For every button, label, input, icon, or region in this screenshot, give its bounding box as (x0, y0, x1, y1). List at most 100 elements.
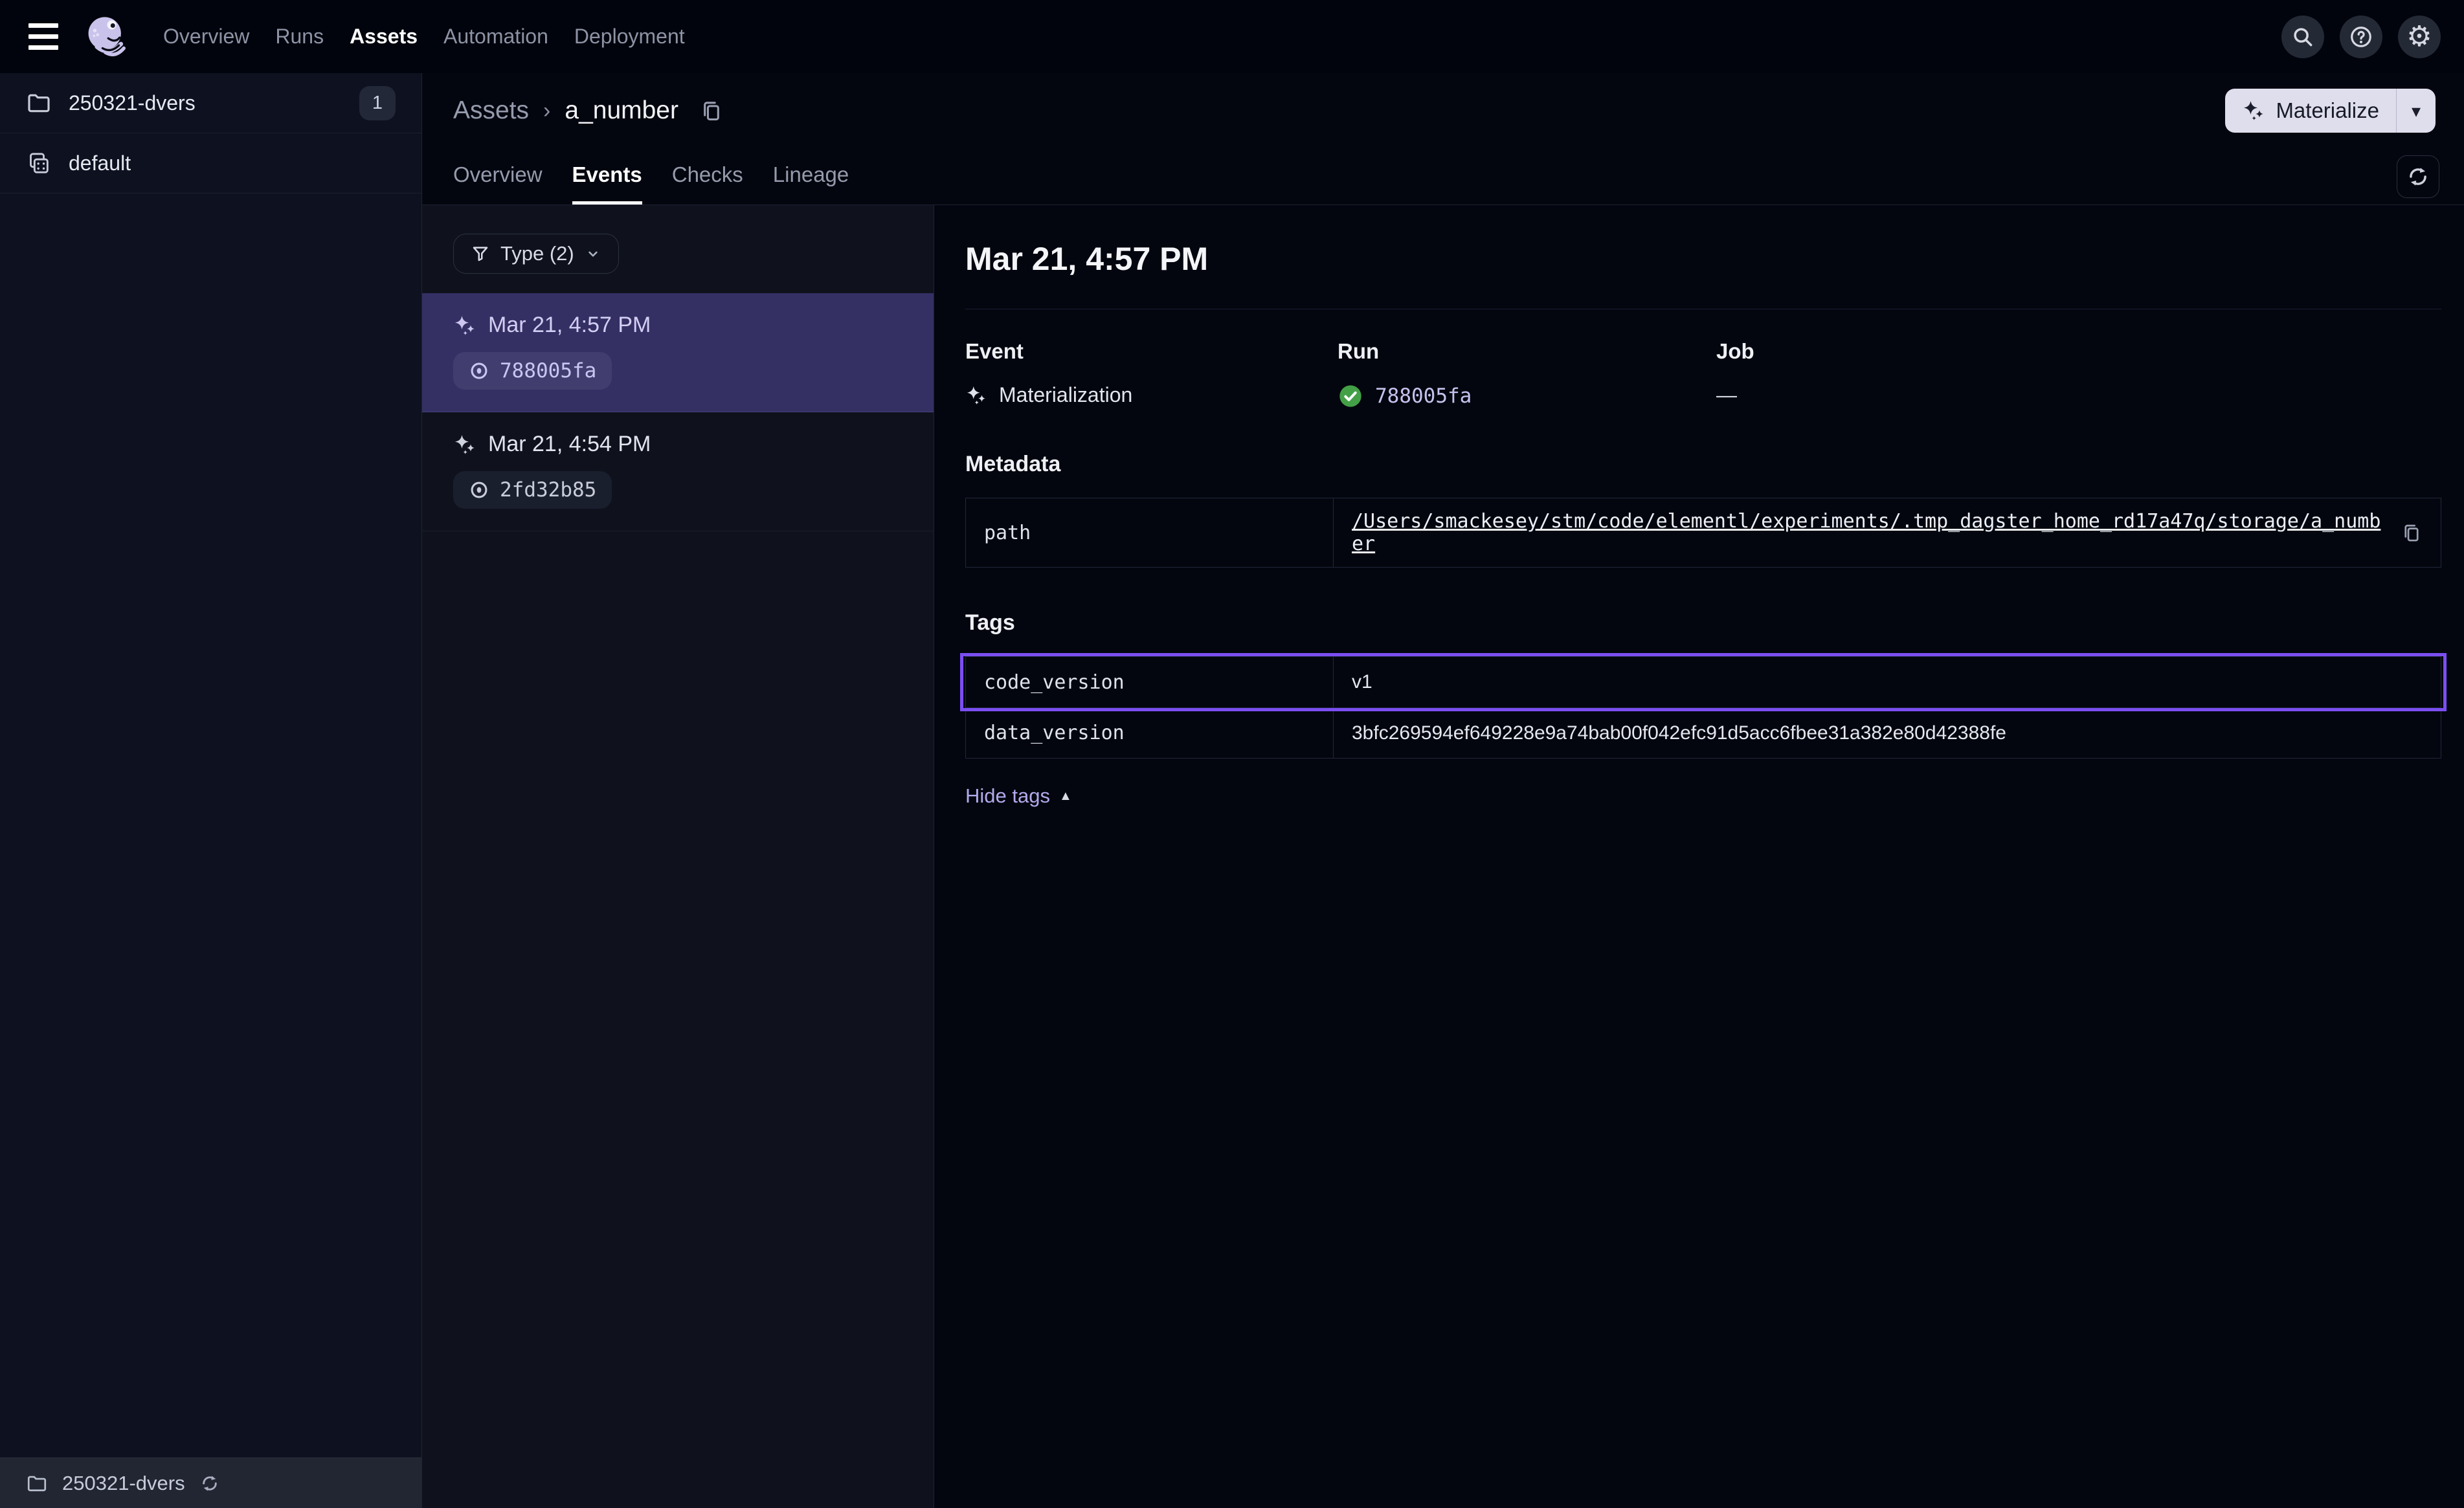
menu-icon[interactable] (28, 23, 58, 50)
asset-group-icon (26, 150, 52, 176)
tags-table: code_version v1 data_version 3bfc269594e… (965, 656, 2441, 759)
run-id: 2fd32b85 (500, 478, 596, 502)
run-id: 788005fa (500, 359, 596, 383)
metadata-key: path (966, 498, 1334, 567)
materialization-sparkle-icon (453, 433, 476, 456)
refresh-icon[interactable] (199, 1473, 220, 1494)
top-navbar: Overview Runs Assets Automation Deployme… (0, 0, 2464, 73)
sidebar-item-label: 250321-dvers (69, 91, 196, 115)
refresh-events-button[interactable] (2397, 155, 2439, 198)
filter-funnel-icon (471, 244, 490, 263)
event-timestamp: Mar 21, 4:54 PM (488, 432, 651, 457)
search-icon (2290, 25, 2315, 49)
tag-key: data_version (966, 708, 1334, 758)
run-id-badge[interactable]: 788005fa (453, 352, 612, 390)
hide-tags-link[interactable]: Hide tags ▲ (965, 784, 1072, 808)
events-layout: Type (2) Mar 21, 4:57 PM 788005fa (422, 205, 2464, 1508)
navbar-actions: ⚙ (2281, 16, 2441, 58)
event-detail-panel: Mar 21, 4:57 PM Event Materialization Ru… (934, 205, 2464, 1508)
event-list: Mar 21, 4:57 PM 788005fa Mar 21, 4:54 PM (422, 293, 934, 531)
job-column-label: Job (1716, 339, 2441, 364)
main-nav: Overview Runs Assets Automation Deployme… (163, 25, 685, 49)
sidebar: 250321-dvers 1 default 250321-dvers (0, 73, 422, 1508)
run-id-link[interactable]: 788005fa (1375, 384, 1472, 408)
run-column: Run 788005fa (1338, 339, 1716, 409)
copy-icon (699, 98, 724, 123)
metadata-table: path /Users/smackesey/stm/code/elementl/… (965, 498, 2441, 568)
nav-overview[interactable]: Overview (163, 25, 249, 49)
asset-name: a_number (565, 96, 678, 125)
event-column: Event Materialization (965, 339, 1338, 409)
tab-events[interactable]: Events (572, 162, 642, 205)
copy-icon (2401, 522, 2423, 544)
table-row: data_version 3bfc269594ef649228e9a74bab0… (966, 707, 2441, 758)
materialize-button[interactable]: Materialize (2225, 89, 2396, 133)
code-location-label: 250321-dvers (62, 1472, 185, 1495)
type-filter-button[interactable]: Type (2) (453, 234, 619, 274)
materialization-sparkle-icon (453, 314, 476, 337)
copy-asset-name-button[interactable] (699, 98, 724, 123)
folder-icon (26, 1472, 48, 1494)
chevron-down-icon (585, 245, 601, 262)
event-summary-columns: Event Materialization Run 788005fa (965, 339, 2441, 409)
sparkle-icon (2242, 99, 2265, 122)
dagster-logo-icon[interactable] (84, 14, 129, 60)
nav-automation[interactable]: Automation (443, 25, 548, 49)
refresh-icon (2406, 164, 2430, 189)
filter-row: Type (2) (422, 205, 934, 293)
nav-assets[interactable]: Assets (350, 25, 418, 49)
run-status-icon (469, 360, 489, 381)
help-button[interactable] (2340, 16, 2382, 58)
event-list-item[interactable]: Mar 21, 4:57 PM 788005fa (422, 293, 934, 412)
materialization-sparkle-icon (965, 384, 987, 406)
event-list-item[interactable]: Mar 21, 4:54 PM 2fd32b85 (422, 412, 934, 531)
asset-count-badge: 1 (359, 86, 396, 120)
tag-key: code_version (966, 657, 1334, 707)
tag-value: v1 (1352, 671, 1372, 693)
tags-heading: Tags (965, 610, 2441, 636)
sidebar-item-default[interactable]: default (0, 133, 421, 194)
chevron-right-icon: › (543, 98, 550, 124)
nav-runs[interactable]: Runs (275, 25, 324, 49)
tab-lineage[interactable]: Lineage (773, 162, 849, 205)
copy-path-button[interactable] (2401, 522, 2423, 544)
type-filter-label: Type (2) (500, 242, 574, 265)
caret-down-icon: ▾ (2412, 100, 2421, 122)
folder-icon (26, 90, 52, 116)
materialize-label: Materialize (2276, 98, 2379, 123)
materialize-split-button: Materialize ▾ (2225, 89, 2436, 133)
metadata-path-link[interactable]: /Users/smackesey/stm/code/elementl/exper… (1352, 510, 2381, 555)
hide-tags-label: Hide tags (965, 784, 1050, 808)
settings-button[interactable]: ⚙ (2398, 16, 2441, 58)
tag-value: 3bfc269594ef649228e9a74bab00f042efc91d5a… (1352, 722, 2006, 744)
sidebar-item-label: default (69, 151, 131, 175)
sidebar-footer-code-location[interactable]: 250321-dvers (0, 1458, 421, 1508)
tab-overview[interactable]: Overview (453, 162, 543, 205)
page-header: Assets › a_number Materialize ▾ (422, 73, 2464, 148)
job-column: Job — (1716, 339, 2441, 409)
search-button[interactable] (2281, 16, 2324, 58)
nav-deployment[interactable]: Deployment (574, 25, 685, 49)
content-column: Assets › a_number Materialize ▾ Overview… (422, 73, 2464, 1508)
event-column-label: Event (965, 339, 1338, 364)
job-value: — (1716, 383, 1737, 407)
event-detail-title: Mar 21, 4:57 PM (965, 240, 2441, 278)
table-row: path /Users/smackesey/stm/code/elementl/… (966, 498, 2441, 567)
events-list-panel: Type (2) Mar 21, 4:57 PM 788005fa (422, 205, 934, 1508)
event-type-value: Materialization (999, 383, 1132, 407)
breadcrumb-assets-link[interactable]: Assets (453, 96, 529, 125)
asset-tabs: Overview Events Checks Lineage (422, 148, 2464, 205)
triangle-up-icon: ▲ (1059, 789, 1072, 804)
table-row: code_version v1 (966, 657, 2441, 707)
run-column-label: Run (1338, 339, 1716, 364)
run-id-badge[interactable]: 2fd32b85 (453, 471, 612, 509)
tab-checks[interactable]: Checks (672, 162, 743, 205)
run-success-icon (1338, 383, 1363, 409)
sidebar-item-250321-dvers[interactable]: 250321-dvers 1 (0, 73, 421, 133)
event-timestamp: Mar 21, 4:57 PM (488, 313, 651, 338)
help-icon (2349, 25, 2373, 49)
breadcrumb: Assets › a_number (453, 96, 724, 125)
materialize-dropdown-button[interactable]: ▾ (2397, 89, 2436, 133)
run-status-icon (469, 480, 489, 500)
gear-icon: ⚙ (2406, 23, 2432, 51)
